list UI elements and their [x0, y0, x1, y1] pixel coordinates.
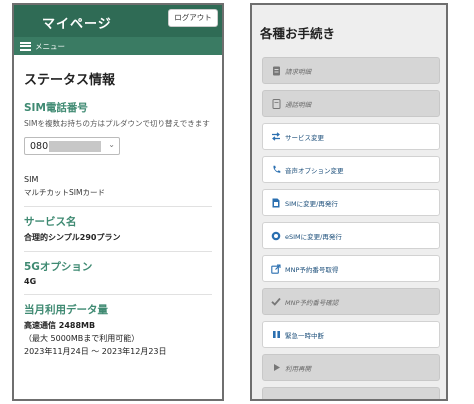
- header-bar: マイページ ログアウト メニュー: [14, 5, 222, 55]
- procedures-title: 各種お手続き: [260, 26, 336, 41]
- note-icon: [270, 98, 282, 110]
- call-details-label: 通話明細: [285, 100, 311, 109]
- sim-type-label: SIM: [24, 175, 39, 184]
- high-speed-usage: 高速通信 2488MB: [24, 321, 96, 330]
- usage-limit: （最大 5000MBまで利用可能）: [24, 334, 140, 343]
- menu-label: メニュー: [35, 41, 65, 51]
- emergency-suspend-label: 緊急一時中断: [285, 331, 324, 340]
- masked-number: [49, 141, 101, 152]
- emergency-suspend-button[interactable]: 緊急一時中断: [262, 321, 440, 348]
- sim-card-icon: [270, 197, 282, 209]
- option-5g-value: 4G: [24, 277, 37, 286]
- service-value: 合理的シンプル290プラン: [24, 233, 121, 242]
- data-usage-title: 当月利用データ量: [24, 304, 108, 316]
- voice-option-change-button[interactable]: 音声オプション変更: [262, 156, 440, 183]
- sim-number-select[interactable]: 080 ⌄: [24, 137, 120, 155]
- esim-change-reissue-label: eSIMに変更/再発行: [285, 232, 342, 241]
- sim-number-prefix: 080: [30, 141, 49, 152]
- service-change-button[interactable]: サービス変更: [262, 123, 440, 150]
- esim-change-reissue-button[interactable]: eSIMに変更/再発行: [262, 222, 440, 249]
- resume-service-button[interactable]: 利用再開: [262, 354, 440, 381]
- resume-service-label: 利用再開: [285, 364, 311, 373]
- document-icon: [270, 65, 282, 77]
- billing-details-label: 請求明細: [285, 67, 311, 76]
- check-icon: [270, 296, 282, 308]
- billing-details-button[interactable]: 請求明細: [262, 57, 440, 84]
- sim-change-reissue-label: SIMに変更/再発行: [285, 199, 338, 208]
- swap-icon: [270, 131, 282, 143]
- hamburger-icon: [20, 41, 31, 51]
- divider: [24, 206, 212, 207]
- external-link-icon: [270, 263, 282, 275]
- logout-button[interactable]: ログアウト: [168, 9, 218, 27]
- option-5g-title: 5Gオプション: [24, 261, 93, 273]
- page-title: マイページ: [42, 17, 112, 32]
- sim-type-value: マルチカットSIMカード: [24, 188, 105, 197]
- pause-icon: [270, 329, 282, 341]
- sim-change-reissue-button[interactable]: SIMに変更/再発行: [262, 189, 440, 216]
- voice-option-change-label: 音声オプション変更: [285, 166, 344, 175]
- divider: [24, 294, 212, 295]
- status-content: ステータス情報 SIM電話番号 SIMを複数お持ちの方はプルダウンで切り替えでき…: [14, 55, 222, 357]
- more-button[interactable]: [262, 387, 440, 399]
- phone-icon: [270, 164, 282, 176]
- play-icon: [270, 362, 282, 374]
- chevron-down-icon: ⌄: [108, 140, 115, 149]
- usage-period: 2023年11月24日 ～ 2023年12月23日: [24, 347, 167, 356]
- esim-icon: [270, 230, 282, 242]
- call-details-button[interactable]: 通話明細: [262, 90, 440, 117]
- service-title: サービス名: [24, 216, 77, 228]
- status-heading: ステータス情報: [24, 73, 116, 88]
- mnp-number-check-label: MNP予約番号確認: [285, 298, 339, 307]
- sim-number-title: SIM電話番号: [24, 102, 88, 114]
- procedures-panel: 各種お手続き 請求明細 通話明細 サービス変更 音声オプション変更 SIMに変更…: [250, 3, 448, 401]
- mnp-number-get-button[interactable]: MNP予約番号取得: [262, 255, 440, 282]
- mnp-number-get-label: MNP予約番号取得: [285, 265, 339, 274]
- sim-number-note: SIMを複数お持ちの方はプルダウンで切り替えできます: [24, 119, 210, 128]
- divider: [24, 251, 212, 252]
- menu-toggle[interactable]: メニュー: [14, 37, 222, 55]
- service-change-label: サービス変更: [285, 133, 324, 142]
- mypage-panel: マイページ ログアウト メニュー ステータス情報 SIM電話番号 SIMを複数お…: [12, 3, 224, 401]
- mnp-number-check-button[interactable]: MNP予約番号確認: [262, 288, 440, 315]
